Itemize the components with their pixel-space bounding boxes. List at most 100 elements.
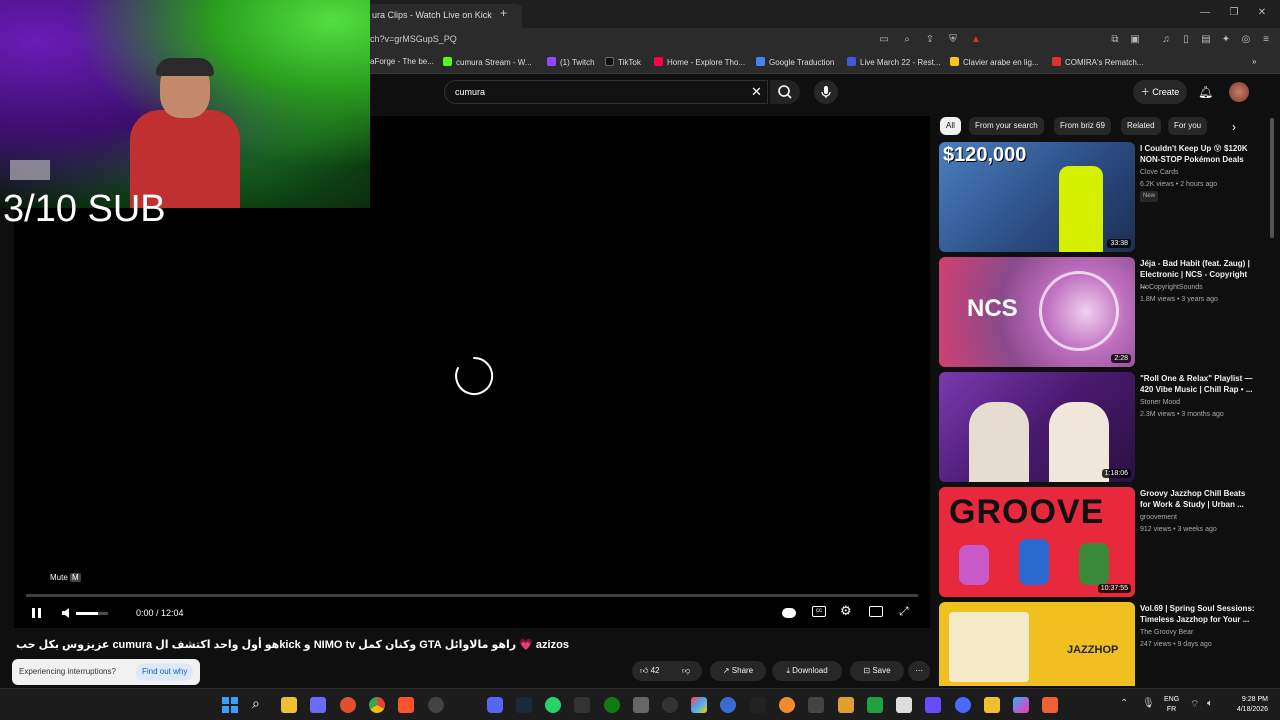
app-icon[interactable] <box>662 697 678 713</box>
taskbar-search-icon[interactable]: ⌕ <box>252 695 260 712</box>
dislike-button[interactable]: 👎︎ <box>682 661 690 681</box>
bookmark-item[interactable]: Clavier arabe en lig... <box>950 57 1039 67</box>
progress-bar[interactable] <box>26 594 918 597</box>
recommendation-thumbnail[interactable]: JAZZHOP <box>939 602 1135 686</box>
whatsapp-icon[interactable] <box>545 697 561 713</box>
app-icon[interactable] <box>574 697 590 713</box>
windows-start-icon[interactable] <box>222 697 238 713</box>
find-out-why-link[interactable]: Find out why <box>136 663 194 681</box>
search-input[interactable]: cumura <box>455 87 485 97</box>
recommendation-channel[interactable]: Clove Cards <box>1140 167 1260 178</box>
mic-tray-icon[interactable]: 🎙︎ <box>1142 698 1155 709</box>
recommendation-title[interactable]: Groovy Jazzhop Chill Beats for Work & St… <box>1140 488 1255 510</box>
notifications-bell-icon[interactable]: 🔔︎ <box>1198 85 1213 99</box>
bookmark-item[interactable]: (1) Twitch <box>547 57 595 67</box>
bookmark-item[interactable]: Live March 22 - Rest... <box>847 57 940 67</box>
menu-icon[interactable]: ≡ <box>1260 34 1272 46</box>
app-icon[interactable] <box>428 697 444 713</box>
more-actions-button[interactable]: ⋯ <box>908 661 930 681</box>
sidebar-icon[interactable]: ▯ <box>1180 34 1192 46</box>
avatar[interactable] <box>1229 82 1249 102</box>
xbox-icon[interactable] <box>604 697 620 713</box>
brave-browser-icon[interactable] <box>398 697 414 713</box>
app-icon[interactable] <box>896 697 912 713</box>
speaker-icon[interactable]: 🔈︎ <box>1207 698 1213 709</box>
chip-from-briz[interactable]: From briz 69 <box>1054 117 1111 135</box>
new-tab-button[interactable]: + <box>500 6 507 20</box>
ai-icon[interactable]: ✦ <box>1220 34 1232 46</box>
recommendation-title[interactable]: Vol.69 | Spring Soul Sessions: Timeless … <box>1140 603 1255 625</box>
app-icon[interactable] <box>984 697 1000 713</box>
recommendation-channel[interactable]: Stoner Mood <box>1140 397 1260 408</box>
store-icon[interactable] <box>633 697 649 713</box>
screenshot-icon[interactable]: ▣ <box>1129 34 1141 46</box>
clear-search-icon[interactable]: ✕ <box>751 84 762 100</box>
app-icon[interactable] <box>1042 697 1058 713</box>
pause-icon[interactable] <box>30 606 44 620</box>
app-icon[interactable] <box>1013 697 1029 713</box>
recommendation-thumbnail[interactable]: GROOVE 10:37:55 <box>939 487 1135 597</box>
maximize-icon[interactable]: ❐ <box>1228 7 1240 19</box>
volume-icon[interactable] <box>60 606 74 620</box>
file-explorer-icon[interactable] <box>281 697 297 713</box>
chrome-icon[interactable] <box>369 697 385 713</box>
bookmark-item[interactable]: Home - Explore Tho... <box>654 57 745 67</box>
app-icon[interactable] <box>838 697 854 713</box>
chip-all[interactable]: All <box>940 117 961 135</box>
theater-mode-icon[interactable] <box>869 606 883 617</box>
close-window-icon[interactable]: ✕ <box>1256 7 1268 19</box>
chip-for-you[interactable]: For you <box>1168 117 1208 135</box>
shield-icon[interactable]: ⛨ <box>947 34 959 46</box>
recommendation-channel[interactable]: groovement <box>1140 512 1260 523</box>
chevron-up-icon[interactable]: ⌃ <box>1120 698 1128 709</box>
bookmark-item[interactable]: aForge - The be... <box>370 57 434 66</box>
app-icon[interactable] <box>720 697 736 713</box>
zoom-icon[interactable]: ⌕ <box>901 34 913 46</box>
rewards-icon[interactable]: ▲ <box>970 34 982 46</box>
search-button[interactable] <box>770 80 800 104</box>
cast-icon[interactable]: ▭ <box>878 34 890 46</box>
share-page-icon[interactable]: ⇪ <box>924 34 936 46</box>
browser-tab-active[interactable]: ura Clips - Watch Live on Kick <box>362 4 522 28</box>
app-icon[interactable] <box>691 697 707 713</box>
url-text[interactable]: ch?v=grMSGupS_PQ <box>370 34 457 44</box>
bookmark-item[interactable]: TikTok <box>605 57 641 67</box>
voice-search-button[interactable] <box>814 80 838 104</box>
recommendation-channel[interactable]: The Groovy Bear <box>1140 627 1260 638</box>
page-scrollbar[interactable] <box>1270 118 1274 238</box>
recommendation-channel[interactable]: NoCopyrightSounds <box>1140 282 1260 293</box>
app-icon[interactable] <box>955 697 971 713</box>
wallet-icon[interactable]: ▤ <box>1200 34 1212 46</box>
vpn-icon[interactable]: ◎ <box>1240 34 1252 46</box>
fullscreen-icon[interactable]: ⤢ <box>899 604 909 619</box>
chip-related[interactable]: Related <box>1121 117 1161 135</box>
recommendation-thumbnail[interactable]: $120,000 33:38 <box>939 142 1135 252</box>
app-icon[interactable] <box>925 697 941 713</box>
captions-icon[interactable]: cc <box>812 606 826 617</box>
like-button[interactable]: 👍︎ 42 <box>640 661 660 681</box>
settings-gear-icon[interactable]: ⚙ <box>840 603 852 619</box>
download-button[interactable]: ⤓ Download <box>772 661 842 681</box>
steam-icon[interactable] <box>516 697 532 713</box>
language-indicator[interactable]: ENG FR <box>1164 695 1179 715</box>
recommendation-thumbnail[interactable]: 1:18:06 <box>939 372 1135 482</box>
chevron-right-icon[interactable]: › <box>1232 120 1236 134</box>
app-icon[interactable] <box>340 697 356 713</box>
search-box[interactable]: cumura ✕ <box>444 80 768 104</box>
music-icon[interactable]: ♫ <box>1160 34 1172 46</box>
recommendation-thumbnail[interactable]: NCS 2:28 <box>939 257 1135 367</box>
discord-icon[interactable] <box>487 697 503 713</box>
share-button[interactable]: ↗ Share <box>710 661 766 681</box>
app-icon[interactable] <box>808 697 824 713</box>
clock[interactable]: 9:28 PM 4/18/2026 <box>1224 695 1268 715</box>
autoplay-toggle[interactable] <box>782 608 796 618</box>
network-icon[interactable]: ⌔ <box>1190 698 1199 711</box>
bookmark-item[interactable]: COMIRA's Rematch... <box>1052 57 1143 67</box>
volume-slider[interactable] <box>76 612 108 615</box>
recommendation-title[interactable]: "Roll One & Relax" Playlist — 420 Vibe M… <box>1140 373 1255 395</box>
minimize-icon[interactable]: — <box>1199 7 1211 19</box>
app-icon[interactable] <box>779 697 795 713</box>
app-icon[interactable] <box>310 697 326 713</box>
save-button[interactable]: ⊡ Save <box>850 661 904 681</box>
recommendation-title[interactable]: I Couldn't Keep Up 😵 $120K NON-STOP Poké… <box>1140 143 1255 165</box>
